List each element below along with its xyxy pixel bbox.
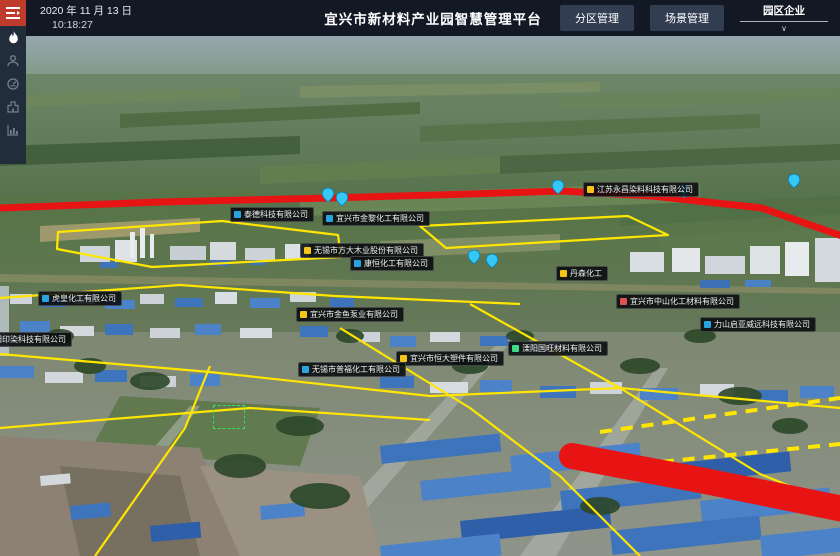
company-marker-icon — [560, 270, 567, 277]
company-marker-icon — [512, 345, 519, 352]
location-pin-icon[interactable] — [322, 188, 334, 202]
sidebar-item-statistics[interactable] — [4, 122, 22, 137]
company-label-text: 力山启亚威远科技有限公司 — [714, 319, 810, 330]
company-marker-icon — [302, 366, 309, 373]
gauge-icon — [7, 78, 19, 90]
location-pin-icon[interactable] — [468, 250, 480, 264]
map-company-label[interactable]: 宜兴市中山化工材料有限公司 — [616, 294, 740, 309]
date-text: 2020 年 11 月 13 日 — [40, 4, 132, 18]
company-label-text: 虎皇化工有限公司 — [52, 293, 116, 304]
map-company-label[interactable]: 宜兴市金鱼泵业有限公司 — [296, 307, 404, 322]
map-company-label[interactable]: 康恒化工有限公司 — [350, 256, 434, 271]
company-label-text: 丹森化工 — [570, 268, 602, 279]
flame-icon — [8, 31, 19, 45]
factory-icon — [7, 101, 19, 113]
user-icon — [7, 55, 19, 67]
scene-management-button[interactable]: 场景管理 — [650, 5, 724, 31]
company-marker-icon — [704, 321, 711, 328]
company-marker-icon — [400, 355, 407, 362]
location-pin-icon[interactable] — [486, 254, 498, 268]
bar-chart-icon — [7, 124, 19, 136]
map-company-label[interactable]: 宜兴市金黎化工有限公司 — [322, 211, 430, 226]
company-label-text: 无锡市方大木业股份有限公司 — [314, 245, 418, 256]
company-label-text: 宜兴市中山化工材料有限公司 — [630, 296, 734, 307]
company-label-text: 江苏永昌染料科技有限公司 — [597, 184, 693, 195]
company-marker-icon — [300, 311, 307, 318]
map-company-label[interactable]: 力山启亚威远科技有限公司 — [700, 317, 816, 332]
menu-icon — [6, 7, 20, 19]
company-label-text: 无锡市普福化工有限公司 — [312, 364, 400, 375]
company-marker-icon — [42, 295, 49, 302]
sidebar-icon-panel — [0, 26, 26, 164]
dropdown-label: 园区企业 — [740, 2, 828, 22]
company-marker-icon — [304, 247, 311, 254]
company-label-text: 宜兴市金鱼泵业有限公司 — [310, 309, 398, 320]
map-company-label[interactable]: 泰德科技有限公司 — [230, 207, 314, 222]
selection-box — [213, 405, 245, 429]
top-header-bar: 2020 年 11 月 13 日 10:18:27 宜兴市新材料产业园智慧管理平… — [26, 0, 840, 36]
chevron-down-icon: ∨ — [740, 22, 828, 34]
map-3d-scene[interactable]: 泰德科技有限公司 宜兴市金黎化工有限公司无锡市方大木业股份有限公司康恒化工有限公司… — [0, 36, 840, 556]
location-pin-icon[interactable] — [788, 174, 800, 188]
company-label-text: 康恒化工有限公司 — [364, 258, 428, 269]
map-company-label[interactable]: 无锡市普福化工有限公司 — [298, 362, 406, 377]
time-text: 10:18:27 — [40, 18, 132, 32]
map-company-label[interactable]: 宜兴市恒大塑件有限公司 — [396, 351, 504, 366]
map-company-label[interactable]: 瑞阳印染科技有限公司 — [0, 332, 72, 347]
company-marker-icon — [234, 211, 241, 218]
sidebar-item-enterprise[interactable] — [4, 99, 22, 114]
company-label-text: 溧阳国旺材料有限公司 — [522, 343, 602, 354]
company-marker-icon — [620, 298, 627, 305]
map-company-label[interactable]: 江苏永昌染料科技有限公司 — [583, 182, 699, 197]
sidebar-menu-button[interactable] — [0, 0, 26, 26]
location-pin-icon[interactable] — [336, 192, 348, 206]
page-title: 宜兴市新材料产业园智慧管理平台 — [324, 8, 542, 28]
map-company-label[interactable]: 虎皇化工有限公司 — [38, 291, 122, 306]
company-marker-icon — [326, 215, 333, 222]
zone-management-button[interactable]: 分区管理 — [560, 5, 634, 31]
park-enterprise-dropdown[interactable]: 园区企业 ∨ — [740, 2, 828, 34]
map-company-label[interactable]: 溧阳国旺材料有限公司 — [508, 341, 608, 356]
sidebar-item-fire[interactable] — [4, 30, 22, 45]
header-actions: 分区管理 场景管理 园区企业 ∨ — [560, 2, 828, 34]
datetime-display: 2020 年 11 月 13 日 10:18:27 — [40, 4, 132, 32]
company-label-text: 泰德科技有限公司 — [244, 209, 308, 220]
sidebar-item-monitor[interactable] — [4, 76, 22, 91]
location-pin-icon[interactable] — [552, 180, 564, 194]
sidebar-item-personnel[interactable] — [4, 53, 22, 68]
company-marker-icon — [587, 186, 594, 193]
company-label-text: 宜兴市恒大塑件有限公司 — [410, 353, 498, 364]
company-label-text: 瑞阳印染科技有限公司 — [0, 334, 66, 345]
company-marker-icon — [354, 260, 361, 267]
company-label-text: 宜兴市金黎化工有限公司 — [336, 213, 424, 224]
map-company-label[interactable]: 丹森化工 — [556, 266, 608, 281]
